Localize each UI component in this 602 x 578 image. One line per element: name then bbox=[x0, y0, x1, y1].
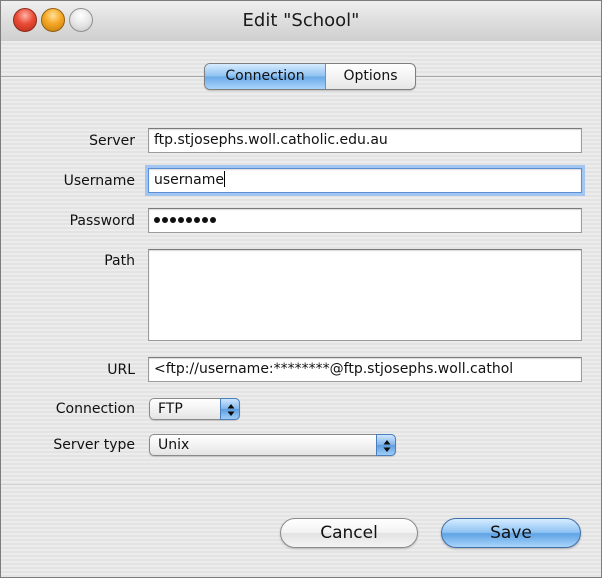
username-label: Username bbox=[63, 173, 135, 189]
url-label: URL bbox=[107, 362, 135, 378]
server-label: Server bbox=[89, 133, 135, 149]
tab-options[interactable]: Options bbox=[326, 64, 415, 89]
server-type-label: Server type bbox=[53, 437, 135, 453]
password-field[interactable] bbox=[148, 208, 582, 233]
password-dot bbox=[162, 217, 168, 223]
password-mask bbox=[154, 212, 218, 228]
text-caret bbox=[224, 171, 225, 187]
edit-dialog-window: Edit "School" Connection Options Server … bbox=[0, 0, 602, 578]
tab-bar: Connection Options bbox=[204, 63, 416, 90]
password-label: Password bbox=[69, 213, 135, 229]
username-field[interactable]: username bbox=[148, 168, 582, 193]
password-dot bbox=[178, 217, 184, 223]
server-type-popup[interactable]: Unix bbox=[149, 434, 396, 456]
footer-divider bbox=[1, 484, 601, 485]
tab-connection[interactable]: Connection bbox=[205, 64, 326, 89]
password-dot bbox=[186, 217, 192, 223]
path-field[interactable] bbox=[148, 249, 582, 341]
server-type-value: Unix bbox=[158, 437, 190, 453]
connection-popup[interactable]: FTP bbox=[149, 398, 240, 420]
server-field[interactable]: ftp.stjosephs.woll.catholic.edu.au bbox=[148, 128, 582, 153]
connection-label: Connection bbox=[55, 401, 135, 417]
path-label: Path bbox=[104, 253, 135, 269]
window-title: Edit "School" bbox=[242, 10, 360, 31]
password-dot bbox=[202, 217, 208, 223]
password-dot bbox=[210, 217, 216, 223]
save-button[interactable]: Save bbox=[441, 518, 581, 548]
cancel-button[interactable]: Cancel bbox=[280, 518, 418, 548]
password-dot bbox=[154, 217, 160, 223]
password-dot bbox=[170, 217, 176, 223]
popup-arrows-icon bbox=[220, 398, 240, 420]
password-dot bbox=[194, 217, 200, 223]
popup-arrows-icon bbox=[376, 434, 396, 456]
username-value: username bbox=[154, 172, 224, 188]
title-bar: Edit "School" bbox=[1, 1, 601, 41]
url-field[interactable]: <ftp://username:********@ftp.stjosephs.w… bbox=[148, 357, 582, 382]
connection-value: FTP bbox=[158, 401, 183, 417]
